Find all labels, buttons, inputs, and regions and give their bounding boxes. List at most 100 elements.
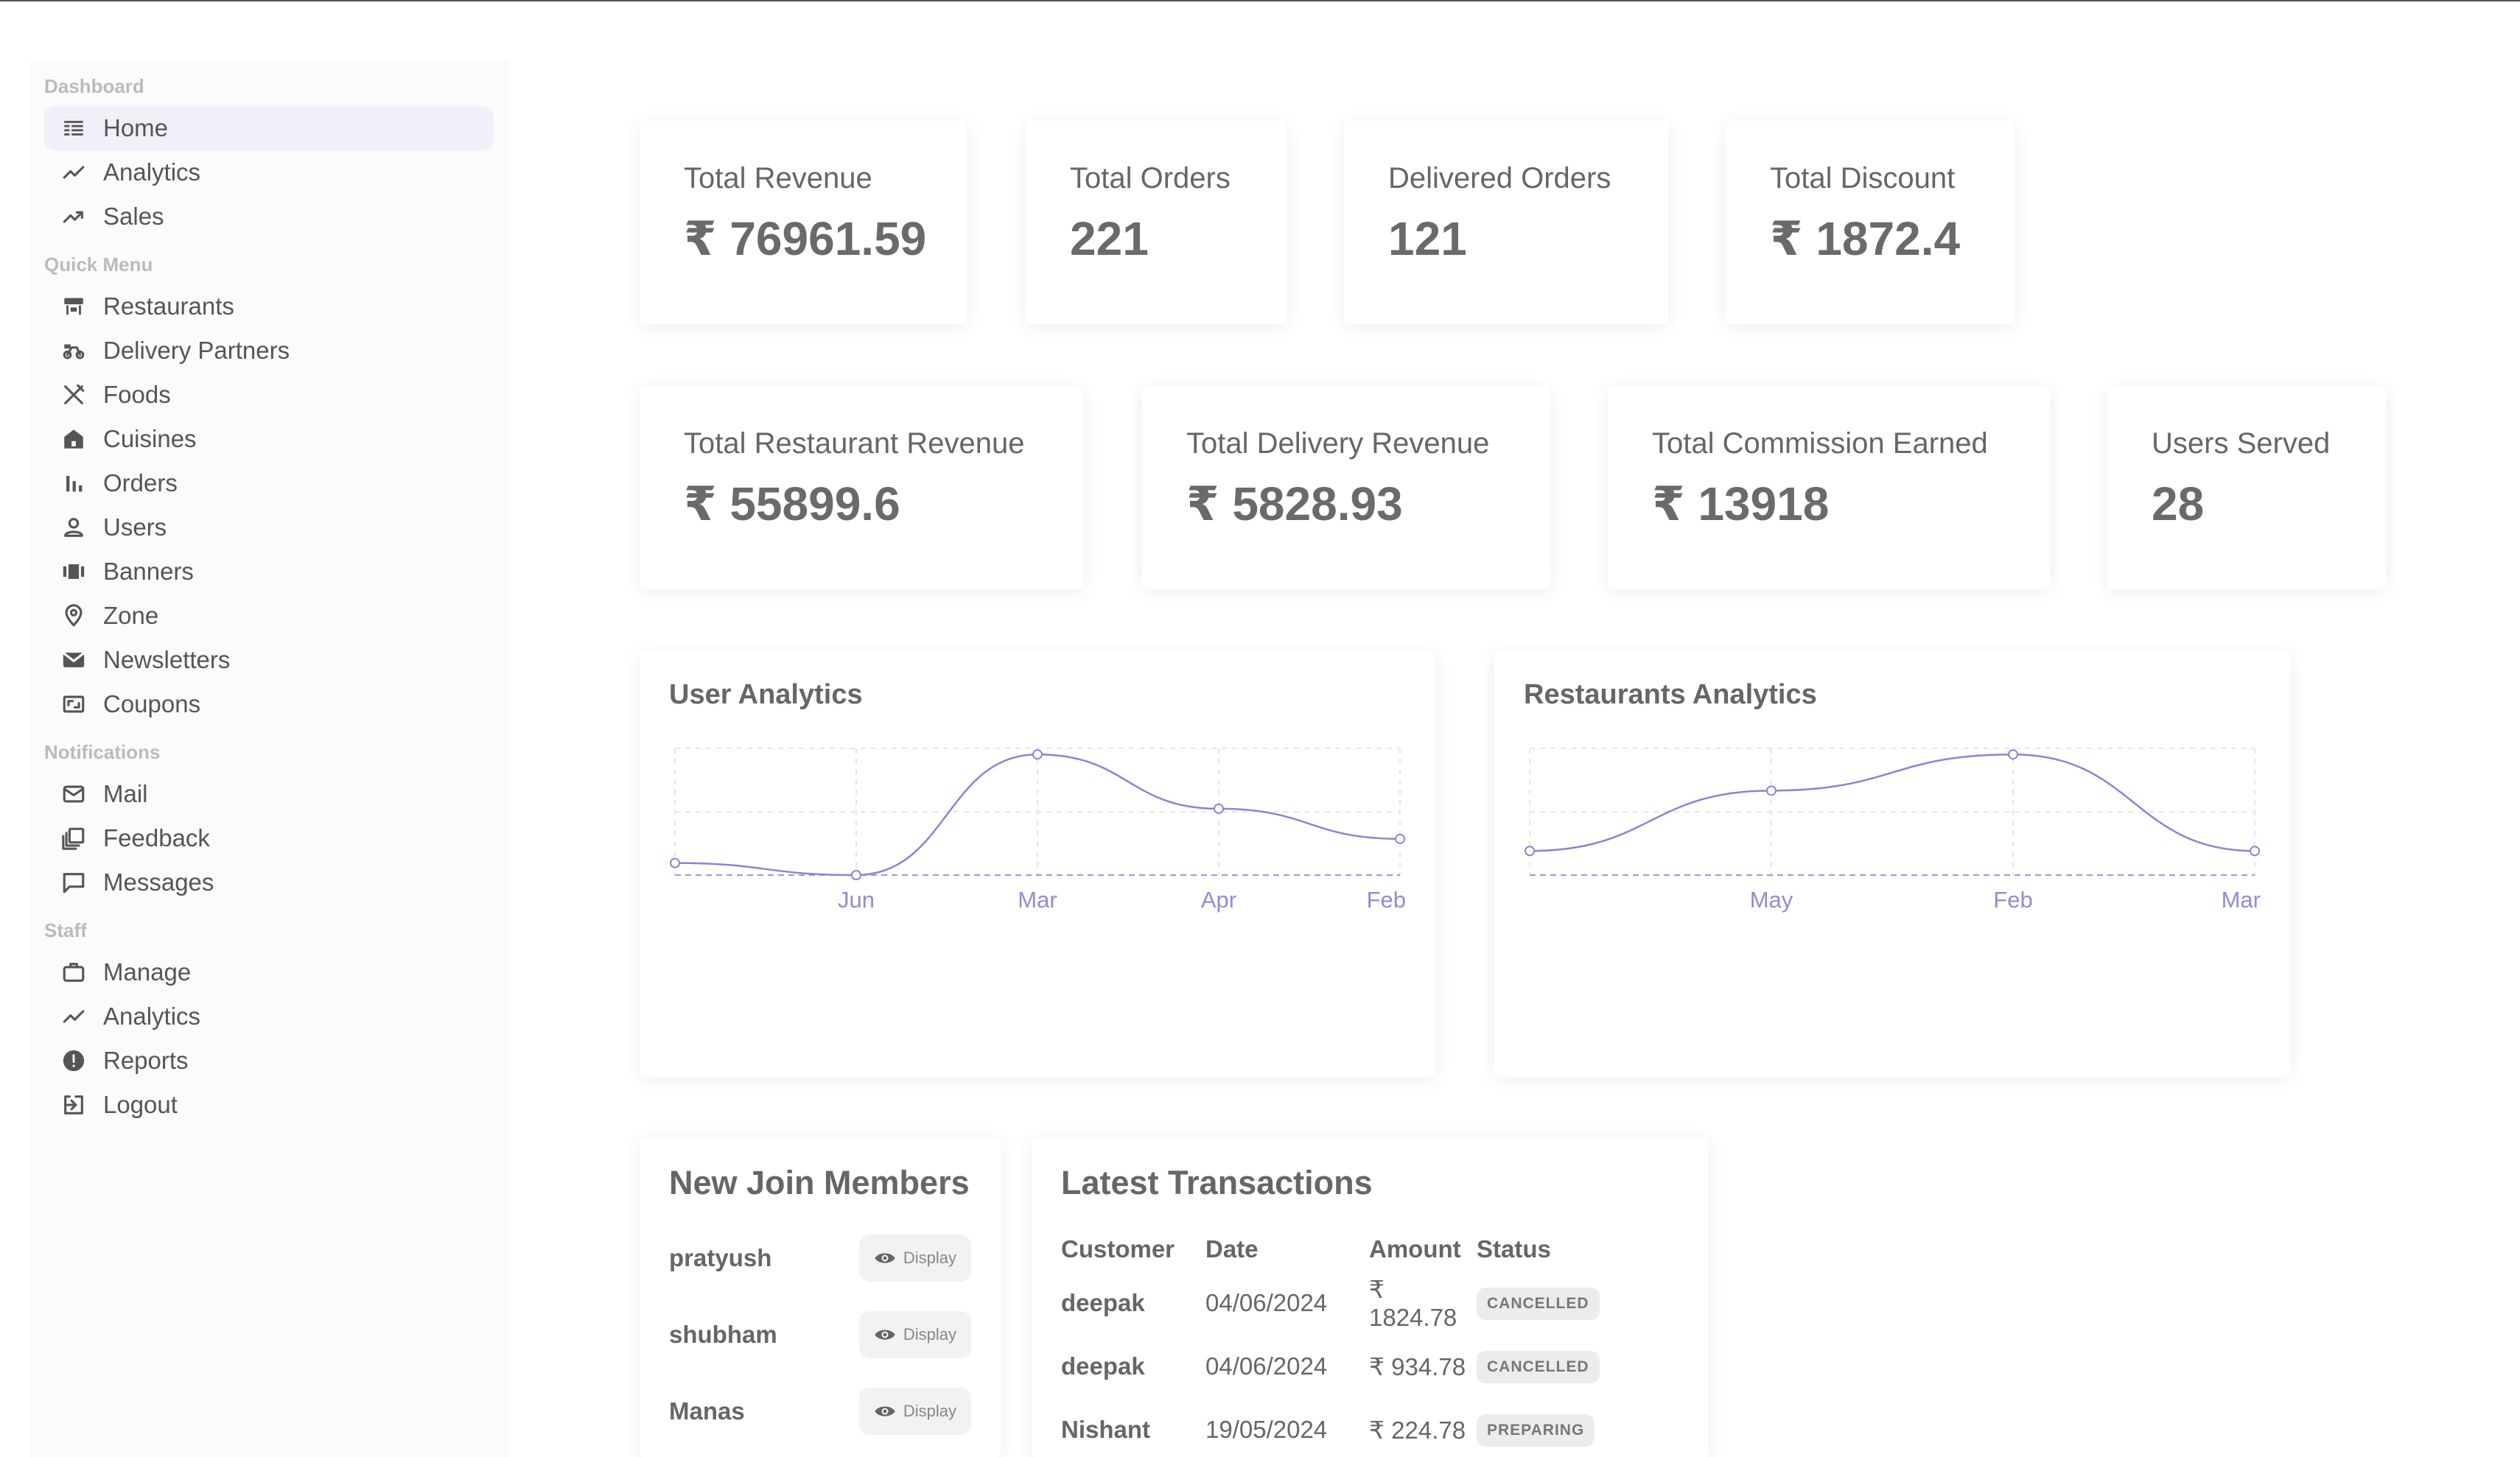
x-tick-label: Mar [1018,887,1057,913]
x-tick-label: Mar [2222,887,2261,913]
stat-card-total-discount: Total Discount ₹ 1872.4 [1726,121,2015,324]
eye-icon [875,1406,895,1416]
x-tick-label: Feb [1993,887,2032,913]
amount-cell: ₹ 224.78 [1369,1416,1466,1444]
sidebar-item-label: Banners [103,558,194,585]
feedback-icon [60,825,87,852]
sidebar-item-home[interactable]: Home [44,106,494,150]
stat-card-delivery-revenue: Total Delivery Revenue ₹ 5828.93 [1142,386,1550,589]
sidebar-item-label: Home [103,114,169,141]
sidebar-item-label: Orders [103,469,178,496]
sidebar-item-orders[interactable]: Orders [44,461,494,505]
map-pin-icon [60,603,87,629]
stat-card-total-revenue: Total Revenue ₹ 76961.59 [640,121,967,324]
display-button[interactable]: Display [858,1235,971,1282]
sidebar-item-staff-analytics[interactable]: Analytics [44,994,494,1039]
sidebar-item-coupons[interactable]: Coupons [44,682,494,726]
display-button[interactable]: Display [858,1311,971,1358]
sidebar-item-label: Manage [103,958,192,986]
sidebar-section-notifications: Notifications [44,741,161,763]
new-join-members-widget: New Join Members pratyush Display shubha… [640,1137,1001,1457]
stat-card-users-served: Users Served 28 [2107,386,2386,589]
stat-card-delivered-orders: Delivered Orders 121 [1344,121,1668,324]
stat-label: Total Delivery Revenue [1186,427,1490,460]
date-cell: 04/06/2024 [1205,1289,1328,1316]
bar-chart-icon [60,470,87,496]
stat-label: Total Orders [1070,162,1231,194]
analytics-icon [60,1003,87,1030]
storefront-icon [60,293,87,320]
chart-grid [674,748,1401,876]
analytics-icon [60,159,87,186]
sidebar-item-users[interactable]: Users [44,505,494,550]
envelope-icon [60,647,87,673]
stat-card-restaurant-revenue: Total Restaurant Revenue ₹ 55899.6 [640,386,1083,589]
data-point [2250,846,2260,857]
member-row: shubham Display [669,1296,971,1373]
amount-cell: ₹ 1824.78 [1369,1275,1457,1331]
logout-icon [60,1092,87,1118]
stat-value: ₹ 76961.59 [684,212,927,265]
member-name: pratyush [669,1244,772,1271]
house-icon [60,426,87,452]
sidebar: Dashboard Home Analytics Sales Quick Men… [29,60,508,1457]
stat-card-total-orders: Total Orders 221 [1026,121,1287,324]
sidebar-item-label: Analytics [103,158,201,186]
date-cell: 04/06/2024 [1205,1352,1328,1380]
sidebar-item-logout[interactable]: Logout [44,1083,494,1127]
status-cell: PREPARING [1477,1398,1600,1457]
stat-label: Total Commission Earned [1652,427,1988,460]
stat-value: ₹ 1872.4 [1770,212,1961,265]
sidebar-item-analytics[interactable]: Analytics [44,150,494,194]
utensils-icon [60,382,87,408]
sidebar-item-reports[interactable]: Reports [44,1039,494,1083]
sidebar-section-dashboard: Dashboard [44,75,144,97]
column-header-date: Date [1205,1235,1259,1263]
briefcase-icon [60,959,87,986]
transactions-table: Customer Date Amount Status deepak 04/06… [1032,1227,1600,1457]
data-point [670,857,680,868]
stat-value: 28 [2152,477,2205,530]
status-badge: CANCELLED [1477,1288,1600,1320]
data-point [1032,749,1043,760]
sidebar-item-feedback[interactable]: Feedback [44,816,494,860]
sidebar-item-mail[interactable]: Mail [44,772,494,816]
date-cell: 19/05/2024 [1205,1416,1328,1443]
data-point [1395,833,1405,844]
sidebar-item-delivery-partners[interactable]: Delivery Partners [44,329,494,373]
stat-label: Users Served [2152,427,2331,460]
widget-title: Latest Transactions [1061,1164,1373,1201]
sidebar-item-newsletters[interactable]: Newsletters [44,638,494,682]
x-tick-label: May [1750,887,1793,913]
sidebar-item-label: Newsletters [103,646,231,673]
member-row: Manas Display [669,1373,971,1450]
sidebar-item-manage[interactable]: Manage [44,950,494,994]
sidebar-item-label: Reports [103,1047,189,1074]
sidebar-item-messages[interactable]: Messages [44,860,494,905]
sidebar-item-banners[interactable]: Banners [44,550,494,594]
sidebar-item-sales[interactable]: Sales [44,194,494,239]
sidebar-item-label: Sales [103,203,164,230]
stat-label: Delivered Orders [1388,162,1611,194]
sidebar-item-restaurants[interactable]: Restaurants [44,284,494,329]
sidebar-item-zone[interactable]: Zone [44,594,494,638]
stat-value: 121 [1388,212,1467,265]
restaurants-analytics-chart: Restaurants Analytics May Feb Mar [1494,651,2290,1077]
sidebar-item-label: Analytics [103,1003,201,1030]
status-cell: CANCELLED [1477,1271,1600,1335]
coupon-icon [60,691,87,717]
sidebar-item-cuisines[interactable]: Cuisines [44,417,494,461]
data-point [1766,785,1777,796]
display-button-label: Display [903,1402,956,1420]
table-row: Nishant 19/05/2024 ₹ 224.78 PREPARING [1032,1398,1600,1457]
display-button[interactable]: Display [858,1388,971,1435]
stat-value: ₹ 5828.93 [1186,477,1403,530]
sidebar-item-label: Logout [103,1091,178,1118]
stat-value: 221 [1070,212,1149,265]
member-name: Manas [669,1397,745,1425]
sidebar-item-label: Foods [103,381,171,408]
sidebar-item-foods[interactable]: Foods [44,373,494,417]
stat-value: ₹ 13918 [1652,477,1830,530]
status-badge: CANCELLED [1477,1351,1600,1383]
customer-cell: deepak [1061,1289,1145,1316]
